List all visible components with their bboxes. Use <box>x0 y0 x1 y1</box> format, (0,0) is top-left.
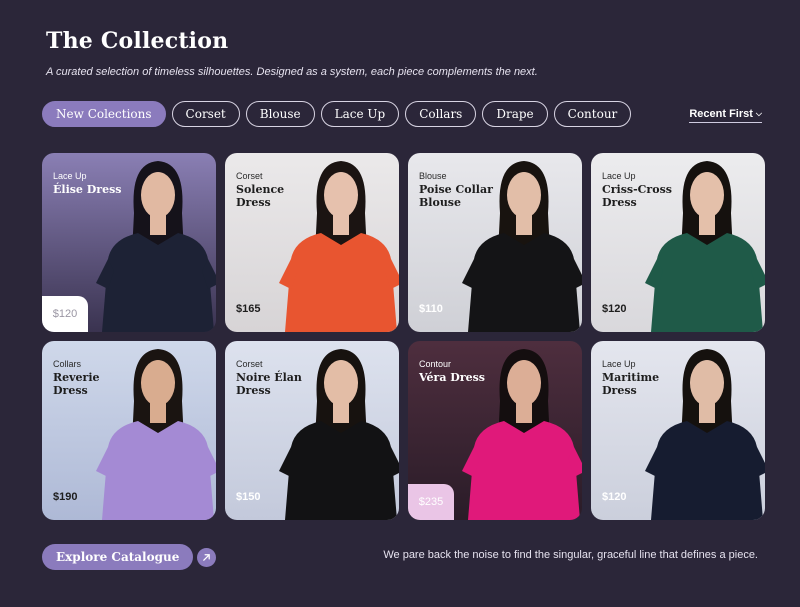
filter-collars[interactable]: Collars <box>405 101 477 127</box>
product-name: Véra Dress <box>419 371 485 384</box>
filter-bar: New Colections Corset Blouse Lace Up Col… <box>42 101 632 127</box>
product-category: Lace Up <box>602 171 636 181</box>
product-name: Élise Dress <box>53 183 122 196</box>
filter-lace-up[interactable]: Lace Up <box>320 101 400 127</box>
product-card[interactable]: Blouse Poise Collar Blouse $110 <box>408 153 582 332</box>
product-category: Lace Up <box>53 171 87 181</box>
page-subtitle: A curated selection of timeless silhouet… <box>46 66 538 78</box>
product-price: $120 <box>602 491 627 503</box>
filter-drape[interactable]: Drape <box>482 101 548 127</box>
sort-label: Recent First <box>689 108 753 120</box>
filter-new-collections[interactable]: New Colections <box>42 101 166 127</box>
product-price: $190 <box>53 491 78 503</box>
product-category: Corset <box>236 359 263 369</box>
product-name: Poise Collar Blouse <box>419 183 493 209</box>
page-title: The Collection <box>46 28 229 54</box>
product-card[interactable]: Corset Solence Dress $165 <box>225 153 399 332</box>
product-card[interactable]: Corset Noire Élan Dress $150 <box>225 341 399 520</box>
product-name: Noire Élan Dress <box>236 371 302 397</box>
product-card[interactable]: Lace Up Criss-Cross Dress $120 <box>591 153 765 332</box>
product-category: Lace Up <box>602 359 636 369</box>
filter-blouse[interactable]: Blouse <box>245 101 315 127</box>
explore-catalogue-label: Explore Catalogue <box>42 544 194 570</box>
product-category: Corset <box>236 171 263 181</box>
product-name: Maritime Dress <box>602 371 660 397</box>
product-price: $165 <box>236 303 261 315</box>
product-category: Blouse <box>419 171 447 181</box>
product-price: $120 <box>42 296 88 332</box>
sort-dropdown[interactable]: Recent First ⌵ <box>689 108 762 123</box>
footer-tagline: We pare back the noise to find the singu… <box>383 549 758 561</box>
product-name: Reverie Dress <box>53 371 100 397</box>
product-name: Criss-Cross Dress <box>602 183 672 209</box>
product-card[interactable]: Collars Reverie Dress $190 <box>42 341 216 520</box>
explore-catalogue-button[interactable]: Explore Catalogue <box>42 544 217 570</box>
product-card[interactable]: Contour Véra Dress $235 <box>408 341 582 520</box>
product-price: $235 <box>408 484 454 520</box>
product-card[interactable]: Lace Up Élise Dress $120 <box>42 153 216 332</box>
product-category: Collars <box>53 359 82 369</box>
filter-corset[interactable]: Corset <box>171 101 240 127</box>
chevron-down-icon: ⌵ <box>755 109 762 118</box>
product-grid: Lace Up Élise Dress $120 Corset Solence … <box>42 153 765 520</box>
product-price: $150 <box>236 491 261 503</box>
product-category: Contour <box>419 359 452 369</box>
product-price: $110 <box>419 303 443 315</box>
arrow-up-right-icon <box>197 547 217 567</box>
product-card[interactable]: Lace Up Maritime Dress $120 <box>591 341 765 520</box>
product-name: Solence Dress <box>236 183 285 209</box>
filter-contour[interactable]: Contour <box>553 101 632 127</box>
product-price: $120 <box>602 303 627 315</box>
